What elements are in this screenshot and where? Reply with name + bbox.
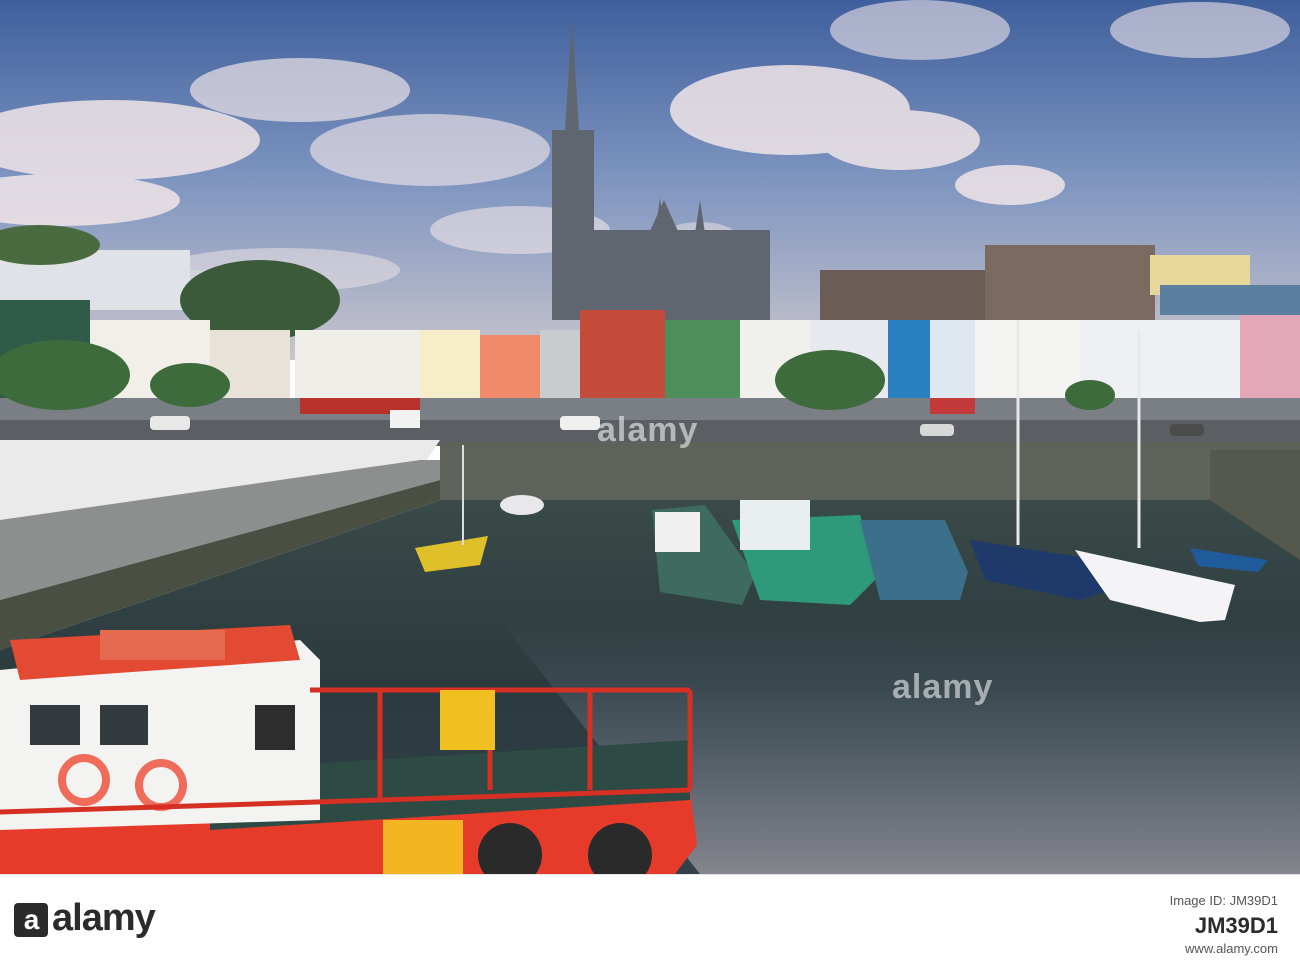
site-url[interactable]: www.alamy.com bbox=[1185, 941, 1278, 956]
harbour-photo: alamy alamy bbox=[0, 0, 1300, 874]
image-id-label: Image ID: JM39D1 bbox=[1169, 893, 1278, 908]
image-id: JM39D1 bbox=[1194, 913, 1278, 938]
stone-wall-back bbox=[440, 442, 1300, 502]
alamy-logo-text: alamy bbox=[52, 897, 156, 939]
stock-footer: a alamy Image ID: JM39D1 JM39D1 www.alamy… bbox=[0, 874, 1300, 965]
photo-canvas bbox=[0, 0, 1300, 874]
alamy-logo[interactable]: a alamy bbox=[14, 897, 156, 940]
alamy-mark-icon: a bbox=[14, 902, 48, 937]
